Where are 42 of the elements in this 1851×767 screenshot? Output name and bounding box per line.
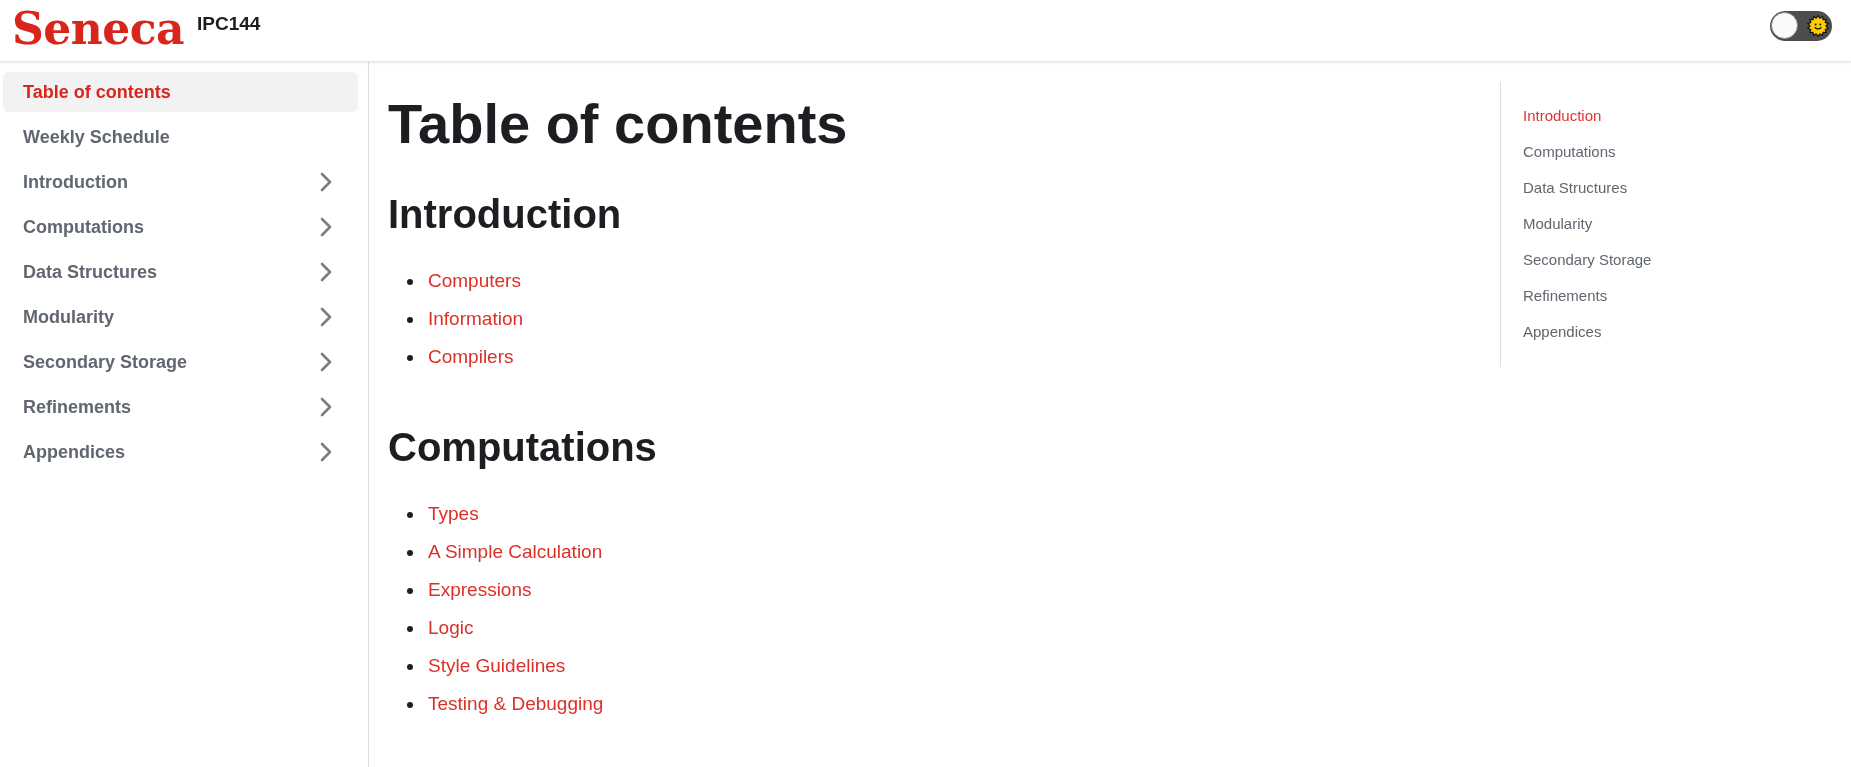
toc-link[interactable]: Data Structures xyxy=(1523,170,1628,206)
toc-link[interactable]: Modularity xyxy=(1523,206,1593,242)
section-heading: Introduction xyxy=(388,191,622,238)
bullet-icon xyxy=(407,316,413,323)
sidebar-item[interactable]: Refinements xyxy=(3,387,358,427)
content-link[interactable]: Logic xyxy=(428,616,474,640)
content-link[interactable]: Testing & Debugging xyxy=(428,692,604,716)
sidebar-item[interactable]: Introduction xyxy=(3,162,358,202)
content-link[interactable]: Computers xyxy=(428,269,521,293)
sidebar-item[interactable]: Weekly Schedule xyxy=(3,117,358,157)
toggle-knob xyxy=(1771,12,1798,39)
toc-link[interactable]: Computations xyxy=(1523,134,1616,170)
toc-link[interactable]: Appendices xyxy=(1523,314,1602,350)
bullet-icon xyxy=(407,587,413,594)
toc-link[interactable]: Introduction xyxy=(1523,98,1602,134)
sidebar-item[interactable]: Data Structures xyxy=(3,252,358,292)
sidebar-item[interactable]: Appendices xyxy=(3,432,358,472)
sun-icon xyxy=(1807,14,1829,37)
toc-link[interactable]: Secondary Storage xyxy=(1523,242,1652,278)
sidebar-item[interactable]: Modularity xyxy=(3,297,358,337)
bullet-icon xyxy=(407,663,413,670)
content-link[interactable]: Types xyxy=(428,502,479,526)
content-link[interactable]: Style Guidelines xyxy=(428,654,566,678)
bullet-icon xyxy=(407,354,413,361)
toc-link[interactable]: Refinements xyxy=(1523,278,1608,314)
bullet-icon xyxy=(407,549,413,556)
content-link[interactable]: Information xyxy=(428,307,524,331)
sidebar-item[interactable]: Secondary Storage xyxy=(3,342,358,382)
section-heading: Computations xyxy=(388,424,657,471)
sidebar-item[interactable]: Table of contents xyxy=(3,72,358,112)
bullet-icon xyxy=(407,511,413,518)
bullet-icon xyxy=(407,278,413,285)
bullet-icon xyxy=(407,701,413,708)
content-link[interactable]: Compilers xyxy=(428,345,514,369)
course-title: IPC144 xyxy=(197,12,261,35)
content-link[interactable]: A Simple Calculation xyxy=(428,540,603,564)
content-link[interactable]: Expressions xyxy=(428,578,532,602)
bullet-icon xyxy=(407,625,413,632)
page-title: Table of contents xyxy=(388,91,848,157)
sidebar-item[interactable]: Computations xyxy=(3,207,358,247)
theme-toggle[interactable] xyxy=(1770,10,1832,41)
logo-link[interactable]: Seneca xyxy=(12,6,185,51)
